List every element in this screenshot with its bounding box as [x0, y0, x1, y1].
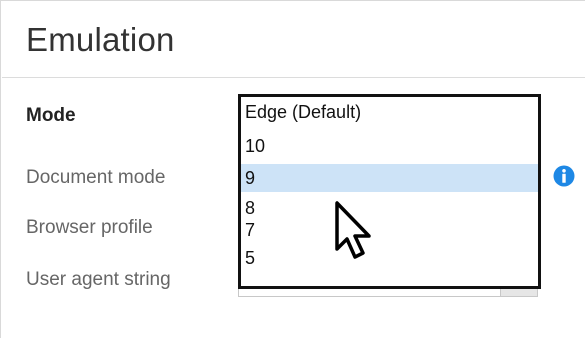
mode-option-edge[interactable]: Edge (Default)	[241, 100, 538, 124]
mode-option-9[interactable]: 9	[241, 164, 538, 192]
browser-profile-label: Browser profile	[26, 217, 153, 238]
user-agent-label: User agent string	[26, 269, 171, 290]
mode-option-8[interactable]: 8	[241, 196, 538, 220]
info-icon[interactable]	[553, 165, 575, 187]
document-mode-label: Document mode	[26, 167, 166, 188]
mode-dropdown-list[interactable]: Edge (Default) 10 9 8 7 5	[238, 94, 541, 289]
mode-option-5[interactable]: 5	[241, 246, 538, 270]
emulation-panel: Emulation Mode Document mode Browser pro…	[0, 0, 585, 338]
mouse-pointer-icon	[335, 201, 371, 259]
mode-option-10[interactable]: 10	[241, 134, 538, 158]
title-divider	[2, 77, 585, 78]
mode-option-7[interactable]: 7	[241, 218, 538, 242]
mode-label: Mode	[26, 105, 76, 126]
panel-title: Emulation	[26, 21, 175, 58]
